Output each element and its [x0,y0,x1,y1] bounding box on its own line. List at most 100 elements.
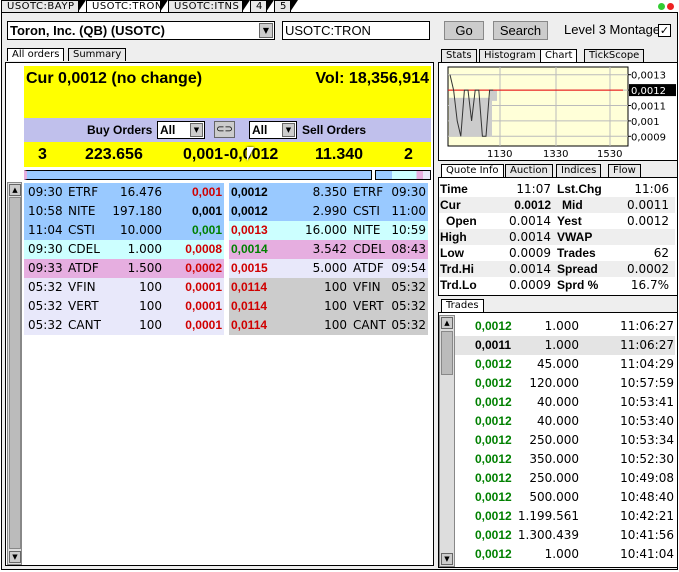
order-time: 09:30 [28,242,63,256]
tab-flow[interactable]: Flow [608,164,641,177]
window-close-red-icon[interactable] [667,3,674,10]
sell-order-row[interactable]: 0,0114 100 VFIN 05:32 [229,278,428,297]
symbol-tab[interactable]: USOTC:BAYP [1,0,86,12]
trade-row[interactable]: 0,0012 250.000 10:53:34 [455,431,675,450]
buy-order-row[interactable]: 09:30 CDEL 1.000 0,0008 [24,240,224,259]
order-time: 10:59 [391,223,426,237]
sell-orders-label: Sell Orders [302,123,367,137]
sell-order-row[interactable]: 0,0012 2.990 CSTI 11:00 [229,202,428,221]
trade-row[interactable]: 0,0012 250.000 10:49:08 [455,469,675,488]
trades-scrollbar[interactable]: ▲ ▼ [439,315,455,567]
search-button[interactable]: Search [493,21,548,40]
sell-order-row[interactable]: 0,0012 8.350 ETRF 09:30 [229,183,428,202]
trade-row[interactable]: 0,0012 500.000 10:48:40 [455,488,675,507]
trade-row[interactable]: 0,0011 1.000 11:06:27 [455,336,675,355]
buy-order-row[interactable]: 11:04 CSTI 10.000 0,001 [24,221,224,240]
order-price: 0,0015 [231,261,268,275]
order-price: 0,0001 [185,318,222,332]
tab-chart[interactable]: Chart [540,49,578,62]
scroll-down-icon[interactable]: ▼ [9,551,21,563]
buy-order-row[interactable]: 09:33 ATDF 1.500 0,0002 [24,259,224,278]
trade-row[interactable]: 0,0012 1.000 11:06:27 [455,317,675,336]
scroll-thumb[interactable] [9,197,21,549]
chevron-down-icon[interactable]: ▼ [282,123,295,137]
quote-label: Trd.Lo [440,278,477,292]
tab-auction[interactable]: Auction [505,164,553,177]
sell-order-row[interactable]: 0,0014 3.542 CDEL 08:43 [229,240,428,259]
trade-time: 11:04:29 [620,357,674,371]
trade-row[interactable]: 0,0012 1.000 10:41:04 [455,545,675,564]
sell-order-row[interactable]: 0,0013 16.000 NITE 10:59 [229,221,428,240]
symbol-tab[interactable]: 5 [274,0,298,12]
market-maker: VERT [353,299,384,313]
order-time: 05:32 [391,318,426,332]
trade-row[interactable]: 0,0012 1.199.561 10:42:21 [455,507,675,526]
orders-scrollbar[interactable]: ▲ ▼ [7,182,22,565]
market-maker: NITE [68,204,96,218]
buy-order-row[interactable]: 05:32 CANT 100 0,0001 [24,316,224,335]
sell-filter-select[interactable]: All ▼ [249,121,297,139]
scroll-thumb[interactable] [441,331,453,375]
symbol-input[interactable] [282,21,430,40]
buy-filter-select[interactable]: All ▼ [157,121,205,139]
trade-time: 10:41:56 [620,528,674,542]
order-price: 0,0012 [231,204,268,218]
market-maker: ETRF [68,185,99,199]
market-maker: VFIN [353,280,381,294]
tab-tickscope[interactable]: TickScope [584,49,645,62]
scroll-up-icon[interactable]: ▲ [9,184,21,196]
scroll-up-icon[interactable]: ▲ [441,317,453,329]
trade-row[interactable]: 0,0012 45.000 11:04:29 [455,355,675,374]
buy-order-row[interactable]: 05:32 VERT 100 0,0001 [24,297,224,316]
trade-time: 10:49:08 [620,471,674,485]
trade-time: 10:57:59 [620,376,674,390]
trade-row[interactable]: 0,0012 40.000 10:53:41 [455,393,675,412]
trade-row[interactable]: 0,0012 120.000 10:57:59 [455,374,675,393]
tab-quote-info[interactable]: Quote Info [441,164,504,177]
trade-size: 1.199.561 [517,509,579,523]
chevron-down-icon[interactable]: ▼ [190,123,203,137]
buy-order-row[interactable]: 09:30 ETRF 16.476 0,001 [24,183,224,202]
sell-order-row[interactable]: 0,0015 5.000 ATDF 09:54 [229,259,428,278]
order-size: 100 [139,318,162,332]
symbol-tab[interactable]: 4 [250,0,274,12]
quote-row: High 0.0014 VWAP [439,229,675,245]
security-select[interactable]: Toron, Inc. (QB) (USOTC) ▼ [7,21,275,40]
trade-price: 0,0012 [475,471,512,485]
order-price: 0,0008 [185,242,222,256]
tab-all-orders[interactable]: All orders [7,48,65,61]
market-maker: NITE [353,223,381,237]
montage-checkbox[interactable]: ✓ [658,24,671,37]
tab-summary[interactable]: Summary [68,48,127,61]
sell-order-row[interactable]: 0,0114 100 CANT 05:32 [229,316,428,335]
window-status-green-icon[interactable] [658,3,665,10]
order-time: 11:00 [391,204,426,218]
trade-row[interactable]: 0,0012 1.300.439 10:41:56 [455,526,675,545]
tab-histogram[interactable]: Histogram [479,49,541,62]
tab-stats[interactable]: Stats [441,49,477,62]
link-icon[interactable]: ⊂⊃ [214,121,235,138]
trade-time: 10:53:41 [620,395,674,409]
chevron-down-icon[interactable]: ▼ [259,23,273,38]
x-tick-label: 1530 [597,149,622,160]
trade-price: 0,0012 [475,414,512,428]
quote-row: Open 0.0014 Yest 0.0012 [439,213,675,229]
trade-row[interactable]: 0,0012 40.000 10:53:40 [455,412,675,431]
sell-order-row[interactable]: 0,0114 100 VERT 05:32 [229,297,428,316]
tab-trades[interactable]: Trades [441,299,484,312]
quote-value: 0.0002 [627,262,669,276]
order-time: 09:54 [391,261,426,275]
symbol-tab[interactable]: USOTC:ITNS [168,0,250,12]
trade-row[interactable]: 0,0012 350.000 10:52:30 [455,450,675,469]
buy-order-row[interactable]: 05:32 VFIN 100 0,0001 [24,278,224,297]
order-time: 05:32 [391,299,426,313]
order-price: 0,0114 [231,280,268,294]
buy-order-row[interactable]: 10:58 NITE 197.180 0,001 [24,202,224,221]
go-button[interactable]: Go [444,21,484,40]
order-price: 0,001 [191,204,222,218]
order-size: 3.542 [312,242,347,256]
tab-indices[interactable]: Indices [556,164,602,177]
scroll-down-icon[interactable]: ▼ [441,553,453,565]
symbol-tab[interactable]: USOTC:TRON [86,0,168,12]
order-size: 100 [324,299,347,313]
